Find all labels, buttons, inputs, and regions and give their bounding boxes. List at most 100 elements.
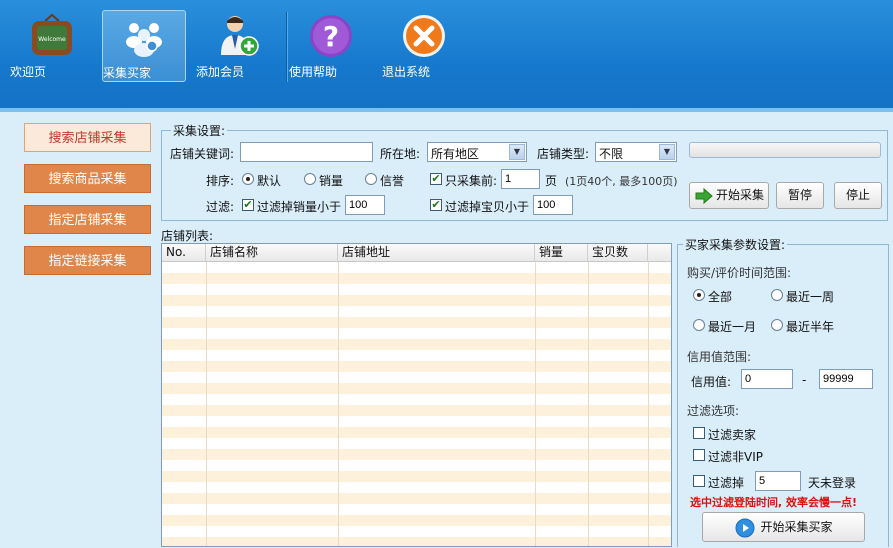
table-row[interactable] [162,328,671,339]
filter-items-input[interactable] [533,195,573,215]
column-divider [338,262,339,546]
table-row[interactable] [162,471,671,482]
stop-button[interactable]: 停止 [834,182,882,209]
table-row[interactable] [162,405,671,416]
table-row[interactable] [162,350,671,361]
time-range-label: 购买/评价时间范围: [687,266,792,280]
filter-inactive-checkbox[interactable] [693,475,705,487]
sort-label: 排序: [206,174,235,188]
table-row[interactable] [162,295,671,306]
pause-button[interactable]: 暂停 [776,182,824,209]
sort-reputation-radio[interactable] [365,173,377,185]
filter-seller-checkbox[interactable] [693,427,705,439]
column-header-no[interactable]: No. [162,244,206,262]
toolbar-welcome-button[interactable]: Welcome 欢迎页 [10,10,94,82]
filter-items-label: 过滤掉宝贝小于 [445,200,530,214]
time-month-radio[interactable] [693,319,705,331]
sort-sales-label: 销量 [319,174,344,188]
credit-range-label: 信用值范围: [687,350,752,364]
sort-default-radio[interactable] [242,173,254,185]
shop-list-table[interactable]: No. 店铺名称 店铺地址 销量 宝贝数 [161,243,672,547]
start-collect-buyers-label: 开始采集买家 [760,520,833,534]
credit-min-input[interactable] [741,369,793,389]
table-row[interactable] [162,306,671,317]
filter-inactive-suffix: 天未登录 [808,476,857,490]
inactive-days-input[interactable] [755,471,801,491]
only-first-pages-checkbox[interactable]: ✔ [430,173,442,185]
start-collect-button[interactable]: 开始采集 [689,182,769,209]
svg-text:Welcome: Welcome [38,36,66,43]
sort-default-label: 默认 [257,174,282,188]
location-select[interactable]: 所有地区 ▼ [427,142,527,162]
credit-value-label: 信用值: [691,375,732,389]
credit-max-input[interactable] [819,369,873,389]
pages-count-input[interactable] [501,169,540,189]
nav-item-search-products[interactable]: 搜索商品采集 [24,164,151,193]
help-icon: ? [308,13,354,59]
column-header-shop-name[interactable]: 店铺名称 [206,244,338,262]
table-row[interactable] [162,372,671,383]
table-row[interactable] [162,438,671,449]
table-row[interactable] [162,273,671,284]
table-row[interactable] [162,460,671,471]
chevron-down-icon: ▼ [659,144,675,160]
filter-inactive-prefix: 过滤掉 [708,476,745,490]
location-select-value: 所有地区 [431,147,480,161]
column-header-sales[interactable]: 销量 [535,244,588,262]
location-label: 所在地: [380,147,421,161]
users-icon [121,14,167,60]
sort-sales-radio[interactable] [304,173,316,185]
table-row[interactable] [162,361,671,372]
shop-type-select-value: 不限 [599,147,624,161]
filter-nonvip-checkbox[interactable] [693,449,705,461]
table-row[interactable] [162,449,671,460]
column-header-shop-url[interactable]: 店铺地址 [338,244,535,262]
collection-progress-bar [689,142,881,158]
filter-sales-input[interactable] [345,195,385,215]
toolbar-collect-buyers-button[interactable]: 采集买家 [102,10,186,82]
shop-keyword-input[interactable] [240,142,373,162]
toolbar-separator [286,12,287,82]
toolbar-add-member-label: 添加会员 [196,65,245,79]
start-collect-buyers-button[interactable]: 开始采集买家 [702,512,865,542]
filter-sales-checkbox[interactable]: ✔ [242,199,254,211]
filter-nonvip-label: 过滤非VIP [708,450,763,464]
pages-unit-label: 页 [545,174,558,188]
shop-type-select[interactable]: 不限 ▼ [595,142,677,162]
add-user-icon [215,13,261,59]
time-halfyear-radio[interactable] [771,319,783,331]
table-row[interactable] [162,504,671,515]
start-collect-label: 开始采集 [716,188,765,202]
welcome-board-icon: Welcome [29,13,75,59]
table-row[interactable] [162,537,671,546]
nav-item-specified-link[interactable]: 指定链接采集 [24,246,151,275]
table-row[interactable] [162,383,671,394]
table-row[interactable] [162,526,671,537]
time-all-radio[interactable] [693,289,705,301]
buyer-params-title: 买家采集参数设置: [683,236,788,253]
column-header-item-count[interactable]: 宝贝数 [588,244,648,262]
play-icon [735,518,755,548]
table-row[interactable] [162,394,671,405]
table-row[interactable] [162,482,671,493]
table-row[interactable] [162,339,671,350]
table-row[interactable] [162,416,671,427]
table-row[interactable] [162,427,671,438]
svg-text:?: ? [323,20,339,53]
table-row[interactable] [162,262,671,273]
table-row[interactable] [162,317,671,328]
time-week-radio[interactable] [771,289,783,301]
filter-items-checkbox[interactable]: ✔ [430,199,442,211]
table-header: No. 店铺名称 店铺地址 销量 宝贝数 [162,244,671,262]
toolbar-bottom-strip [0,108,893,112]
nav-item-specified-shop[interactable]: 指定店铺采集 [24,205,151,234]
toolbar-help-button[interactable]: ? 使用帮助 [289,10,373,82]
toolbar-add-member-button[interactable]: 添加会员 [196,10,280,82]
toolbar-welcome-label: 欢迎页 [10,65,47,79]
table-row[interactable] [162,493,671,504]
toolbar-exit-button[interactable]: 退出系统 [382,10,466,82]
table-row[interactable] [162,284,671,295]
table-row[interactable] [162,515,671,526]
nav-item-search-shops[interactable]: 搜索店铺采集 [24,123,151,152]
time-week-label: 最近一周 [786,290,835,304]
